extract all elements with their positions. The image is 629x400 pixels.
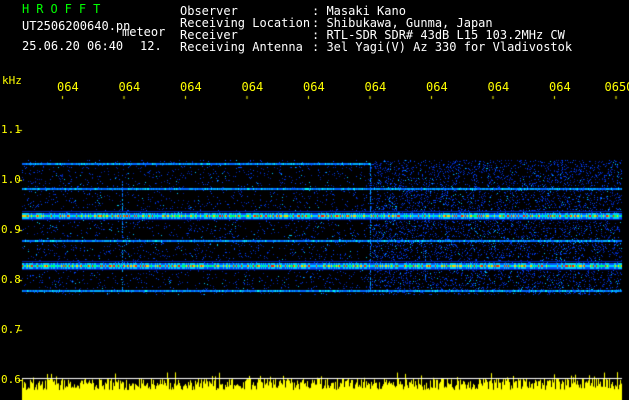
hrofft-logo: HROFFT <box>22 2 108 16</box>
number-label: 12. <box>140 39 162 53</box>
antenna-label: Receiving Antenna <box>180 40 303 54</box>
x-tick-label: 064 <box>303 80 325 94</box>
filename-label: UT2506200640.pn <box>22 19 131 33</box>
x-tick-label: 064 <box>118 80 141 94</box>
y-tick-label: 0.7 <box>1 323 21 336</box>
x-tick-label: 064 <box>364 80 387 94</box>
y-unit-label: kHz <box>2 74 22 87</box>
x-tick-label: 0650 <box>604 80 629 94</box>
x-tick-label: 064 <box>426 80 448 94</box>
x-tick-label: 064 <box>241 80 264 94</box>
y-tick-label: 1.1 <box>1 123 21 136</box>
datetime-label: 25.06.20 06:40 <box>22 39 124 53</box>
antenna-value: : 3el Yagi(V) Az 330 for Vladivostok <box>312 40 573 54</box>
spectrogram-canvas <box>0 0 629 400</box>
y-tick-label: 0.9 <box>1 223 21 236</box>
y-tick-label: 0.8 <box>1 273 21 286</box>
y-tick-label: 1.0 <box>1 173 21 186</box>
y-tick-label: 0.6 <box>1 373 21 386</box>
x-tick-label: 064 <box>57 80 79 94</box>
x-tick-label: 064 <box>180 80 202 94</box>
x-tick-label: 064 <box>487 80 510 94</box>
x-tick-label: 064 <box>549 80 571 94</box>
mode-label: meteor <box>122 25 166 39</box>
